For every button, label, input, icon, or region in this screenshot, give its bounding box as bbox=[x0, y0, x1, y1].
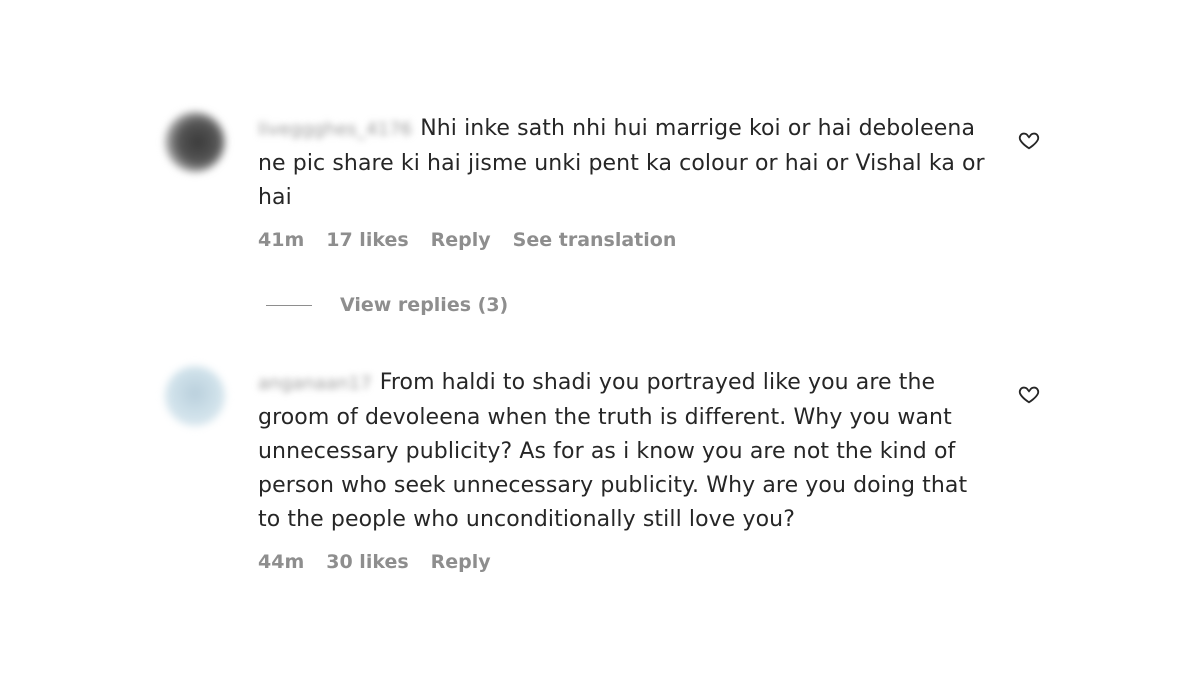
avatar[interactable] bbox=[165, 366, 225, 426]
comment-meta: 44m 30 likes Reply bbox=[258, 551, 491, 573]
comment-likes[interactable]: 30 likes bbox=[326, 551, 408, 573]
comment-body: liveggghes_4176 Nhi inke sath nhi hui mar… bbox=[258, 112, 988, 215]
replies-divider bbox=[266, 304, 312, 306]
reply-button[interactable]: Reply bbox=[431, 551, 491, 573]
comment-time: 41m bbox=[258, 229, 305, 251]
see-translation-button[interactable]: See translation bbox=[513, 229, 677, 251]
heart-outline-icon[interactable] bbox=[1018, 383, 1040, 405]
view-replies-button[interactable]: View replies (3) bbox=[266, 294, 508, 316]
comment-body: anganaan17 From haldi to shadi you portra… bbox=[258, 366, 988, 537]
heart-outline-icon[interactable] bbox=[1018, 129, 1040, 151]
avatar[interactable] bbox=[165, 112, 225, 172]
reply-button[interactable]: Reply bbox=[431, 229, 491, 251]
view-replies-label[interactable]: View replies (3) bbox=[340, 294, 508, 316]
comment-username[interactable]: anganaan17 bbox=[258, 367, 372, 401]
comment-time: 44m bbox=[258, 551, 305, 573]
comment-likes[interactable]: 17 likes bbox=[326, 229, 408, 251]
comment-username[interactable]: liveggghes_4176 bbox=[258, 113, 412, 147]
comment-meta: 41m 17 likes Reply See translation bbox=[258, 229, 676, 251]
